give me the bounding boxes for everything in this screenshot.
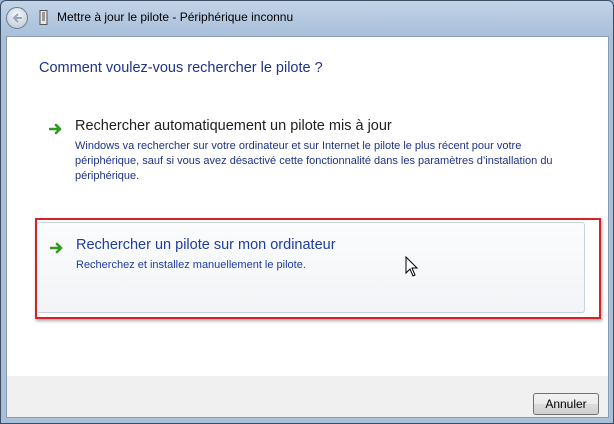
option-description: Windows va rechercher sur votre ordinate…: [75, 140, 553, 182]
option-description: Recherchez et installez manuellement le …: [76, 259, 306, 271]
back-arrow-icon: [12, 13, 22, 23]
dialog-window: Mettre à jour le pilote - Périphérique i…: [0, 0, 614, 424]
green-arrow-icon: [50, 242, 63, 254]
option-auto-search[interactable]: Rechercher automatiquement un pilote mis…: [36, 114, 566, 194]
page-heading: Comment voulez-vous rechercher le pilote…: [39, 60, 323, 76]
content-area: Comment voulez-vous rechercher le pilote…: [6, 36, 609, 377]
window-title: Mettre à jour le pilote - Périphérique i…: [57, 10, 294, 24]
option-title: Rechercher un pilote sur mon ordinateur: [76, 237, 336, 253]
device-icon: [39, 10, 48, 25]
option-title: Rechercher automatiquement un pilote mis…: [75, 118, 392, 134]
green-arrow-icon: [49, 123, 62, 135]
option-browse-computer[interactable]: Rechercher un pilote sur mon ordinateur …: [36, 222, 585, 313]
mouse-cursor-icon: [405, 256, 419, 277]
cancel-button[interactable]: Annuler: [533, 393, 599, 415]
back-button[interactable]: [6, 7, 28, 29]
title-bar: Mettre à jour le pilote - Périphérique i…: [1, 1, 613, 35]
button-bar: Annuler: [6, 376, 609, 418]
